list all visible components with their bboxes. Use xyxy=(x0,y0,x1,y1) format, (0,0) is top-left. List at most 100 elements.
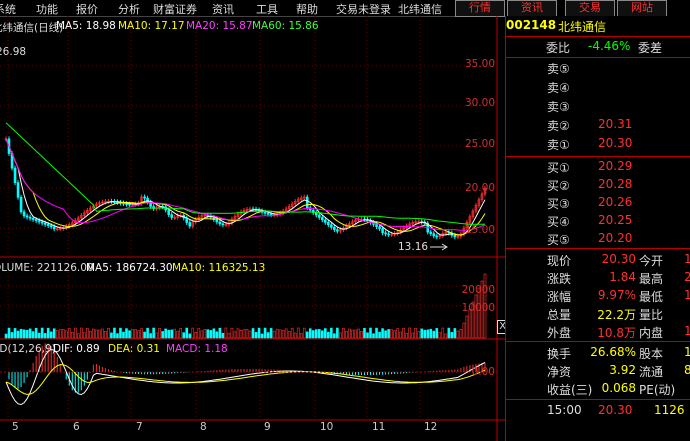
candle xyxy=(37,220,41,223)
buy-row[interactable]: 买④ 20.25 xyxy=(506,213,690,230)
candle xyxy=(378,226,381,229)
volume-bar xyxy=(336,327,339,339)
volume-bar xyxy=(450,332,454,339)
stock-header: 002148 北纬通信 xyxy=(506,18,690,35)
volume-bar xyxy=(287,331,291,339)
volume-bar xyxy=(49,331,53,339)
stat-value: 0.068 xyxy=(601,381,636,395)
volume-bar xyxy=(227,332,231,339)
ma20-label: MA20: 15.87 xyxy=(186,20,253,32)
volume-bar xyxy=(233,331,237,339)
chart-area[interactable] xyxy=(0,16,505,441)
volume-bar xyxy=(396,328,399,339)
tab-website-button[interactable]: 网站 xyxy=(617,0,667,17)
menu-quote[interactable]: 报价 xyxy=(76,1,98,17)
volume-bar xyxy=(236,328,240,339)
volume-bar xyxy=(305,331,309,339)
volume-bar xyxy=(86,328,89,339)
volume-bar xyxy=(19,328,23,339)
volume-bar xyxy=(155,332,158,339)
menu-system[interactable]: 系统 xyxy=(0,1,16,17)
volume-bar xyxy=(101,328,104,339)
stat-label: 涨跌 xyxy=(547,272,572,286)
volume-bar xyxy=(456,330,460,339)
volume-bar xyxy=(149,333,152,339)
tab-quote-button[interactable]: 行情 xyxy=(455,0,505,17)
volume-bar xyxy=(215,331,219,339)
menu-trade-login[interactable]: 交易未登录 xyxy=(336,1,391,17)
volume-bar xyxy=(179,328,183,339)
menu-help[interactable]: 帮助 xyxy=(296,1,318,17)
volume-bar xyxy=(212,328,216,339)
volume-bar xyxy=(275,328,279,339)
volume-bar xyxy=(230,327,234,339)
stat-row: 外盘 10.8万 内盘 1 xyxy=(506,324,690,341)
volume-bar xyxy=(399,331,402,339)
sell-row[interactable]: 卖③ xyxy=(506,98,690,115)
buy-price: 20.29 xyxy=(598,159,633,173)
volume-bar xyxy=(22,329,26,339)
volume-bar xyxy=(116,333,119,339)
tab-trade-button[interactable]: 交易 xyxy=(565,0,615,17)
volume-tick: 20000 xyxy=(461,284,495,296)
buy-label: 买④ xyxy=(547,215,570,229)
tab-news-button[interactable]: 资讯 xyxy=(507,0,557,17)
volume-bar xyxy=(296,327,300,339)
volume-bar xyxy=(28,328,32,339)
ma5-label: MA5: 18.98 xyxy=(56,20,116,32)
price-tick: 35.00 xyxy=(464,58,495,70)
sell-row[interactable]: 卖② 20.31 xyxy=(506,117,690,134)
volume-bar xyxy=(104,331,107,339)
volume-bar xyxy=(46,327,50,339)
candle xyxy=(16,182,20,198)
stat-label: 量比 xyxy=(639,308,664,322)
buy-row[interactable]: 买③ 20.26 xyxy=(506,195,690,212)
stat-label: 股本 xyxy=(639,347,664,361)
candle xyxy=(28,216,32,219)
menu-news[interactable]: 资讯 xyxy=(212,1,234,17)
volume-bar xyxy=(107,328,110,339)
volume-bar xyxy=(263,327,267,339)
stat-row: 现价 20.30 今开 1 xyxy=(506,252,690,269)
volume-bar xyxy=(110,332,113,339)
sell-row[interactable]: 卖① 20.30 xyxy=(506,136,690,153)
buy-row[interactable]: 买① 20.29 xyxy=(506,159,690,176)
date-tick: 6 xyxy=(73,421,80,433)
volume-bar xyxy=(266,332,270,339)
candle xyxy=(52,226,56,230)
volume-bar xyxy=(447,327,451,339)
date-tick: 7 xyxy=(136,421,143,433)
stat-value: 20.30 xyxy=(601,252,636,266)
candle xyxy=(336,229,339,232)
stat-value: 3.92 xyxy=(609,363,636,377)
candle xyxy=(314,212,318,216)
volume-bar xyxy=(58,329,62,339)
menu-analysis[interactable]: 分析 xyxy=(118,1,140,17)
sell-row[interactable]: 卖⑤ xyxy=(506,60,690,77)
volume-bar xyxy=(37,332,41,339)
menu-tools[interactable]: 工具 xyxy=(256,1,278,17)
volume-bar xyxy=(143,331,146,339)
menu-stock-name[interactable]: 北纬通信 xyxy=(398,1,442,17)
sell-price: 20.31 xyxy=(598,117,633,131)
menu-function[interactable]: 功能 xyxy=(36,1,58,17)
volume-bar xyxy=(390,329,393,339)
volume-bar xyxy=(414,327,418,339)
date-tick: 10 xyxy=(320,421,334,433)
stat-row: 换手 26.68% 股本 1 xyxy=(506,345,690,362)
volume-bar xyxy=(366,332,369,339)
volume-bar xyxy=(119,327,122,339)
buy-row[interactable]: 买⑤ 20.20 xyxy=(506,231,690,248)
volume-bar xyxy=(272,330,276,339)
candle xyxy=(218,221,222,225)
candle xyxy=(305,196,309,209)
volume-bar xyxy=(429,328,433,339)
stat-value: 1.84 xyxy=(609,270,636,284)
trade-time: 15:00 xyxy=(547,403,582,417)
buy-row[interactable]: 买② 20.28 xyxy=(506,177,690,194)
menu-broker[interactable]: 财富证券 xyxy=(153,1,197,17)
candle xyxy=(327,222,330,226)
sell-row[interactable]: 卖④ xyxy=(506,79,690,96)
candle xyxy=(215,219,219,223)
volume-bar xyxy=(260,333,264,339)
